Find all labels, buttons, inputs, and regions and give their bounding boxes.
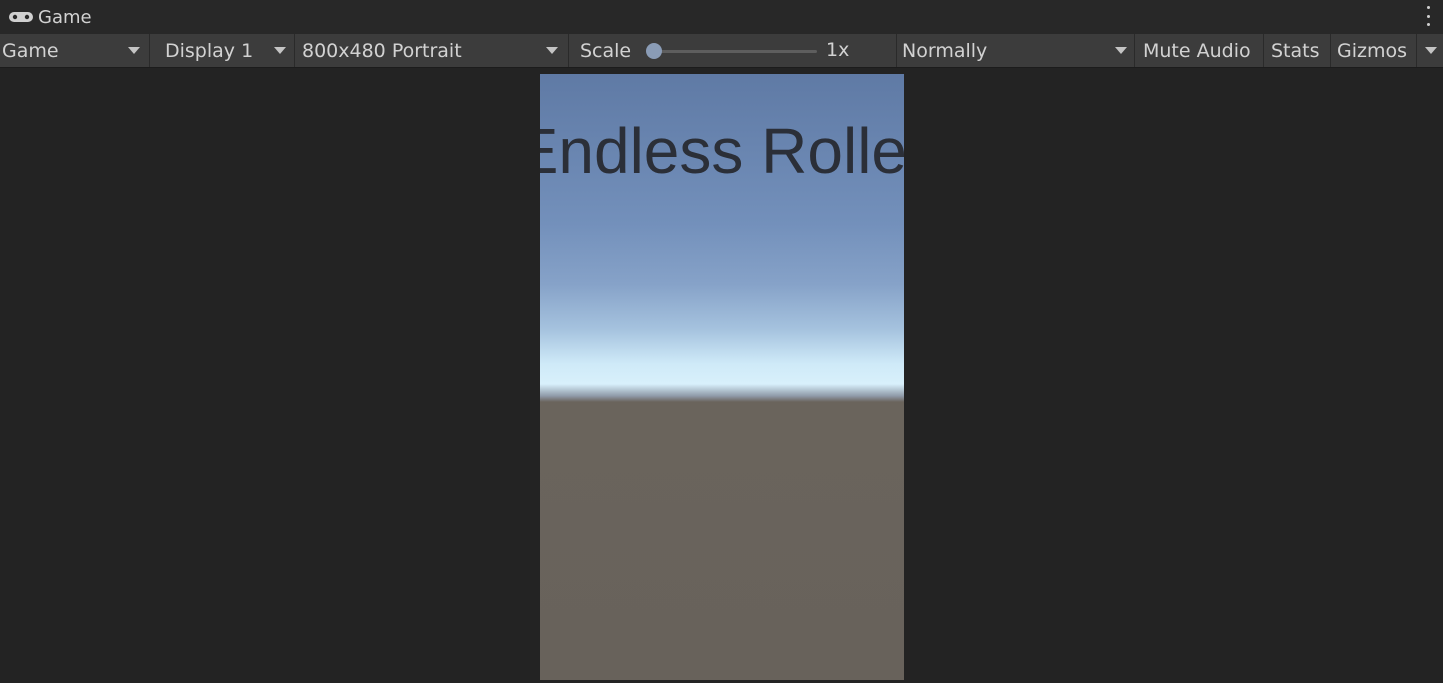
game-title-text: Endless Roller	[540, 115, 904, 187]
tab-game[interactable]: Game	[0, 0, 102, 34]
scale-label: Scale	[580, 39, 632, 62]
game-screen[interactable]: Endless Roller	[540, 74, 904, 680]
tab-title: Game	[38, 6, 92, 28]
display-label: Display 1	[165, 39, 254, 62]
chevron-down-icon	[546, 47, 558, 54]
view-mode-label: Game	[2, 39, 59, 62]
gizmos-button[interactable]: Gizmos	[1331, 34, 1417, 67]
gamepad-icon	[8, 10, 34, 24]
mute-audio-button[interactable]: Mute Audio	[1135, 34, 1264, 67]
gizmos-dropdown[interactable]	[1417, 34, 1443, 67]
play-mode-label: Normally	[902, 39, 988, 62]
kebab-menu-icon[interactable]	[1425, 6, 1431, 26]
chevron-down-icon	[1425, 47, 1437, 54]
scale-value: 1x	[826, 39, 850, 61]
chevron-down-icon	[128, 47, 140, 54]
scale-slider-handle[interactable]	[646, 43, 662, 59]
play-mode-dropdown[interactable]: Normally	[897, 34, 1135, 67]
view-mode-dropdown[interactable]: Game	[0, 34, 150, 67]
window-tab-bar: Game	[0, 0, 1443, 34]
stats-button[interactable]: Stats	[1264, 34, 1331, 67]
resolution-dropdown[interactable]: 800x480 Portrait	[295, 34, 569, 67]
resolution-label: 800x480 Portrait	[302, 39, 462, 62]
chevron-down-icon	[1115, 47, 1127, 54]
scale-slider-track[interactable]	[655, 50, 817, 53]
display-dropdown[interactable]: Display 1	[150, 34, 295, 67]
chevron-down-icon	[274, 47, 286, 54]
